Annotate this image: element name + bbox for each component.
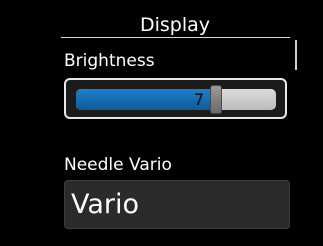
brightness-value: 7 — [193, 90, 204, 109]
needle-vario-value: Vario — [71, 189, 140, 220]
brightness-slider-thumb[interactable] — [210, 85, 222, 114]
brightness-slider-track[interactable]: 7 — [76, 89, 276, 110]
scrollbar[interactable] — [295, 40, 297, 70]
needle-vario-label: Needle Vario — [64, 155, 172, 175]
brightness-slider[interactable]: 7 — [64, 78, 287, 119]
display-settings-page: Display Brightness 7 Needle Vario Vario — [0, 0, 323, 246]
page-title: Display — [139, 14, 211, 36]
title-divider — [61, 37, 290, 38]
brightness-label: Brightness — [64, 51, 155, 71]
needle-vario-select[interactable]: Vario — [64, 180, 290, 229]
